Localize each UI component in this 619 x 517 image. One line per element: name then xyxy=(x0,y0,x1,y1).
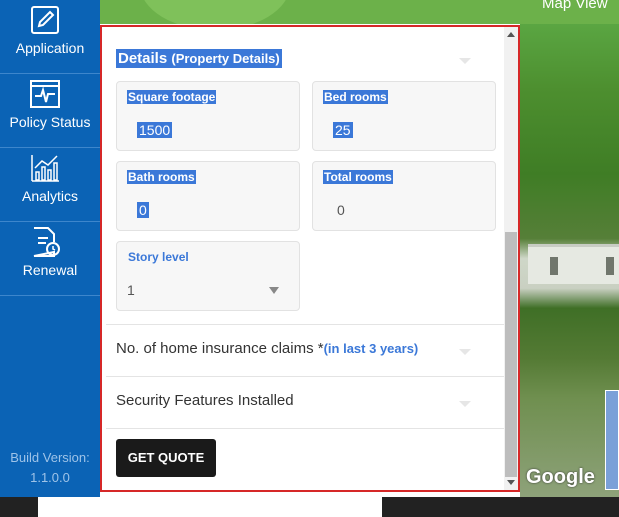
details-section-header[interactable]: Details (Property Details) xyxy=(116,49,282,68)
bar-chart-icon xyxy=(31,155,59,182)
story-level-value[interactable]: 1 xyxy=(127,282,135,298)
divider xyxy=(106,376,504,377)
street-view-thumbnail[interactable] xyxy=(605,390,619,490)
build-version-number: 1.1.0.0 xyxy=(30,470,70,485)
story-level-label: Story level xyxy=(128,250,189,264)
bed-rooms-value[interactable]: 25 xyxy=(333,122,353,138)
bottom-strip xyxy=(0,497,619,517)
scrollbar[interactable] xyxy=(504,27,518,490)
chevron-down-icon[interactable] xyxy=(459,349,471,355)
square-footage-field[interactable]: Square footage 1500 xyxy=(116,81,300,151)
story-level-select[interactable]: Story level 1 xyxy=(116,241,300,311)
sidebar-item-label: Policy Status xyxy=(9,114,91,130)
divider xyxy=(106,428,504,429)
header-bar xyxy=(100,0,520,24)
map-view-tab[interactable]: Map View xyxy=(520,0,619,24)
square-footage-label: Square footage xyxy=(127,90,217,104)
security-title: Security Features Installed xyxy=(116,392,294,409)
details-title: Details xyxy=(118,50,168,67)
bath-rooms-label: Bath rooms xyxy=(127,170,196,184)
get-quote-button[interactable]: GET QUOTE xyxy=(116,439,216,477)
bath-rooms-value[interactable]: 0 xyxy=(137,202,149,218)
total-rooms-value[interactable]: 0 xyxy=(335,202,347,218)
chevron-down-icon[interactable] xyxy=(459,401,471,407)
claims-title: No. of home insurance claims * xyxy=(116,340,324,357)
details-subtitle: (Property Details) xyxy=(171,51,280,66)
square-footage-value[interactable]: 1500 xyxy=(137,122,173,138)
claims-section-header[interactable]: No. of home insurance claims *(in last 3… xyxy=(116,340,418,357)
sidebar-item-application[interactable]: Application xyxy=(0,0,100,74)
document-clock-icon xyxy=(33,227,60,257)
sidebar-item-policy-status[interactable]: Policy Status xyxy=(0,74,100,148)
scrollbar-thumb[interactable] xyxy=(505,232,517,477)
bed-rooms-label: Bed rooms xyxy=(323,90,388,104)
heartbeat-monitor-icon xyxy=(30,80,60,108)
property-details-panel: Details (Property Details) Square footag… xyxy=(100,25,520,492)
house-image xyxy=(528,244,619,284)
build-version-label: Build Version: xyxy=(10,450,90,465)
divider xyxy=(106,324,504,325)
edit-document-icon xyxy=(31,6,59,34)
build-version: Build Version: 1.1.0.0 xyxy=(0,448,100,488)
total-rooms-field[interactable]: Total rooms 0 xyxy=(312,161,496,231)
scroll-down-icon[interactable] xyxy=(507,480,515,485)
sidebar-item-analytics[interactable]: Analytics xyxy=(0,148,100,222)
bed-rooms-field[interactable]: Bed rooms 25 xyxy=(312,81,496,151)
google-logo: Google xyxy=(526,466,595,488)
total-rooms-label: Total rooms xyxy=(323,170,393,184)
bath-rooms-field[interactable]: Bath rooms 0 xyxy=(116,161,300,231)
sidebar-item-renewal[interactable]: Renewal xyxy=(0,222,100,296)
scroll-up-icon[interactable] xyxy=(507,32,515,37)
dropdown-arrow-icon[interactable] xyxy=(269,287,279,294)
sidebar-item-label: Analytics xyxy=(21,188,79,204)
claims-hint: (in last 3 years) xyxy=(323,341,419,356)
chevron-down-icon[interactable] xyxy=(459,58,471,64)
sidebar-item-label: Application xyxy=(15,40,85,56)
sidebar-item-label: Renewal xyxy=(22,262,78,278)
sidebar: Application Policy Status Analytics Rene… xyxy=(0,0,100,497)
security-section-header[interactable]: Security Features Installed xyxy=(116,392,294,409)
